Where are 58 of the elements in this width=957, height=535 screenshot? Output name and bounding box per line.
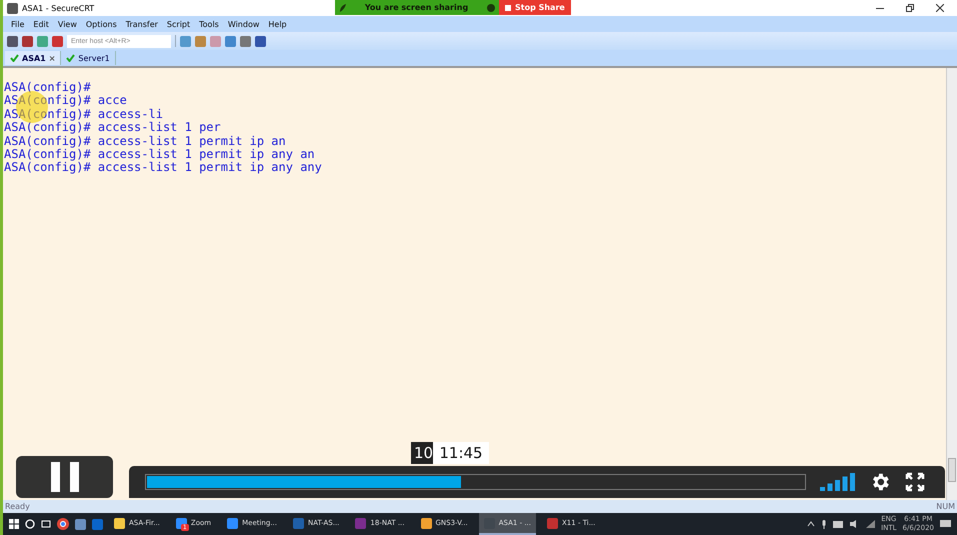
toolbar-icon[interactable] [52, 36, 63, 46]
toolbar-icon[interactable] [22, 36, 33, 46]
leaf-icon [339, 4, 346, 12]
toolbar-icon[interactable] [225, 36, 236, 46]
status-text: Ready [5, 502, 30, 511]
app-icon [420, 518, 432, 528]
window-title: ASA1 - SecureCRT [22, 4, 94, 12]
fullscreen-icon[interactable] [905, 472, 925, 492]
app-icon [114, 518, 125, 528]
menu-item[interactable]: Options [86, 20, 117, 28]
network-app-icon[interactable] [75, 518, 86, 530]
check-icon [66, 54, 76, 62]
tab-close-button[interactable]: × [48, 54, 56, 62]
menu-item[interactable]: Help [268, 20, 287, 28]
terminal-line: ASA(config)# access-list 1 permit ip an [4, 134, 287, 148]
mail-app-icon[interactable] [92, 518, 103, 530]
terminal-line: ASA(config)# access-list 1 permit ip any an [4, 148, 316, 162]
terminal-line: ASA(config)# access-list 1 per [4, 121, 222, 135]
stop-icon [505, 4, 511, 10]
close-icon[interactable] [936, 4, 944, 12]
pause-button[interactable] [16, 456, 113, 498]
app-icon [7, 2, 18, 14]
windows-start-icon[interactable] [9, 519, 19, 529]
progress-track[interactable] [145, 474, 806, 490]
toolbar-icon[interactable] [7, 36, 18, 46]
microphone-icon[interactable] [821, 520, 828, 528]
menu-item[interactable]: Edit [33, 20, 49, 28]
menu-item[interactable]: Script [166, 20, 190, 28]
signal-bars-icon[interactable] [820, 473, 855, 491]
menu-item[interactable]: File [11, 20, 24, 28]
menu-item[interactable]: Tools [199, 20, 219, 28]
toolbar-icon[interactable] [255, 36, 266, 46]
app-icon [227, 518, 238, 528]
restore-icon[interactable] [906, 4, 914, 12]
session-tab[interactable]: ASA1 × [5, 51, 62, 65]
stop-share-button[interactable]: Stop Share [499, 0, 571, 15]
menu-item[interactable]: Transfer [126, 20, 158, 28]
app-icon [547, 518, 558, 528]
pause-icon [50, 462, 78, 492]
terminal-line: ASA(config)# [4, 81, 92, 94]
app-icon [293, 518, 304, 528]
tab-label: ASA1 [22, 54, 46, 62]
num-lock-indicator: NUM [936, 502, 955, 511]
session-tab[interactable]: Server1 [61, 51, 116, 65]
check-icon [10, 54, 19, 62]
menu-item[interactable]: View [58, 20, 77, 28]
caret-icon[interactable] [807, 521, 816, 527]
hover-time-tooltip: 11:45 [433, 442, 489, 464]
toolbar-icon[interactable] [240, 36, 251, 46]
scrollbar[interactable] [946, 68, 957, 500]
sharing-message: You are screen sharing [364, 3, 468, 12]
browser-icon[interactable] [57, 518, 69, 530]
app-icon [355, 518, 366, 528]
tab-label: Server1 [78, 54, 110, 62]
task-view-icon[interactable] [41, 519, 51, 529]
search-icon[interactable] [25, 519, 35, 529]
terminal-line: ASA(config)# access-list 1 permit ip any any [4, 161, 323, 175]
menu-item[interactable]: Window [228, 20, 260, 28]
